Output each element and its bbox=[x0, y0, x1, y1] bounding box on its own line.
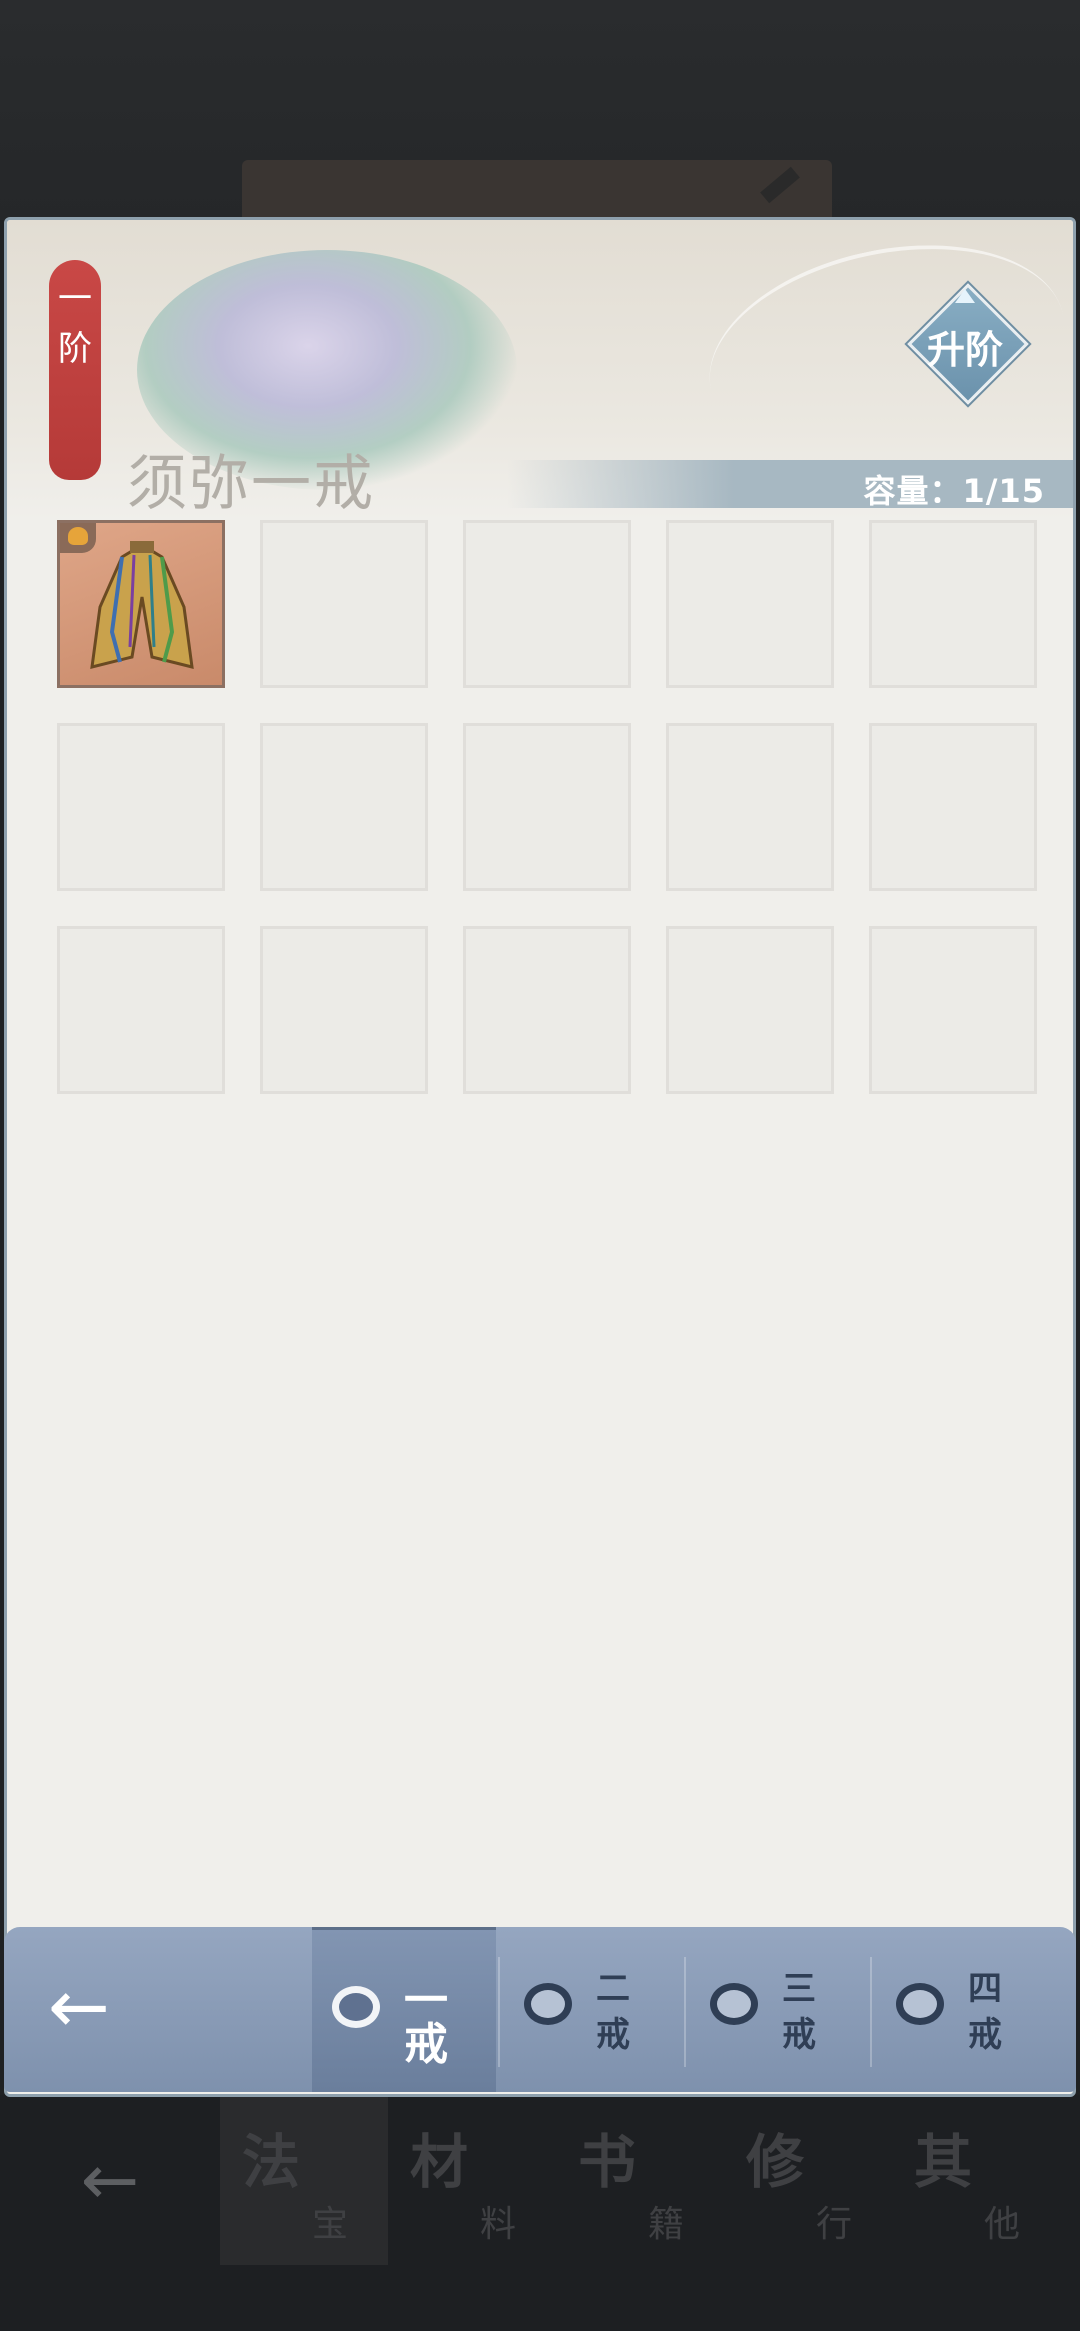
ring-icon bbox=[332, 1986, 380, 2028]
tab-ring-4-line2: 戒 bbox=[968, 2015, 1002, 2055]
bg-tab-shuji: 书 籍 bbox=[556, 2095, 724, 2265]
tier-badge-line2: 阶 bbox=[58, 329, 92, 369]
panel-title: 须弥一戒 bbox=[127, 449, 375, 519]
storage-ring-panel: 一 阶 须弥一戒 容量：1/15 升阶 bbox=[4, 217, 1076, 2097]
item-slot-empty[interactable] bbox=[260, 926, 428, 1094]
bg-tab-qita-big: 其 bbox=[914, 2128, 973, 2196]
item-slot-empty[interactable] bbox=[666, 520, 834, 688]
item-slot-empty[interactable] bbox=[666, 723, 834, 891]
bg-tab-fabao-small: 宝 bbox=[312, 2204, 349, 2245]
bg-tab-qita-small: 他 bbox=[984, 2204, 1021, 2245]
ring-tab-bar: ← 一 戒 二 戒 三 戒 四 戒 bbox=[4, 1927, 1076, 2092]
bg-tab-shuji-small: 籍 bbox=[648, 2204, 685, 2245]
item-slot-empty[interactable] bbox=[57, 723, 225, 891]
tab-ring-4[interactable]: 四 戒 bbox=[876, 1927, 1060, 2092]
bg-tab-cailiao: 材 料 bbox=[388, 2095, 556, 2265]
background-nav: ← 法 宝 材 料 书 籍 修 行 其 他 bbox=[0, 2095, 1080, 2265]
item-slot-empty[interactable] bbox=[463, 926, 631, 1094]
item-slot-filled[interactable] bbox=[57, 520, 225, 688]
tier-badge-line1: 一 bbox=[58, 279, 92, 319]
upgrade-button[interactable]: 升阶 bbox=[907, 283, 1029, 405]
item-slot-empty[interactable] bbox=[463, 723, 631, 891]
tab-divider bbox=[498, 1957, 500, 2067]
upgrade-button-label: 升阶 bbox=[926, 328, 1003, 372]
tab-divider bbox=[684, 1957, 686, 2067]
item-grid bbox=[57, 520, 1037, 1094]
robe-item-icon bbox=[90, 541, 194, 669]
item-slot-empty[interactable] bbox=[260, 520, 428, 688]
ring-icon bbox=[524, 1983, 572, 2025]
item-slot-empty[interactable] bbox=[463, 520, 631, 688]
bg-tab-fabao-big: 法 bbox=[242, 2128, 301, 2196]
bg-tab-qita: 其 他 bbox=[892, 2095, 1060, 2265]
arrow-left-icon: ← bbox=[47, 1964, 110, 2050]
tab-ring-2-line1: 二 bbox=[596, 1969, 630, 2009]
tab-ring-3-line1: 三 bbox=[782, 1969, 816, 2009]
tab-ring-1[interactable]: 一 戒 bbox=[312, 1927, 496, 2092]
bg-tab-cailiao-small: 料 bbox=[480, 2204, 517, 2245]
tab-divider bbox=[870, 1957, 872, 2067]
ring-icon bbox=[710, 1983, 758, 2025]
tab-ring-2[interactable]: 二 戒 bbox=[504, 1927, 688, 2092]
upgrade-arrow-icon bbox=[955, 289, 975, 303]
tab-ring-3[interactable]: 三 戒 bbox=[690, 1927, 874, 2092]
bg-tab-xiuxing-small: 行 bbox=[816, 2204, 853, 2245]
item-slot-empty[interactable] bbox=[666, 926, 834, 1094]
capacity-label: 容量：1/15 bbox=[863, 472, 1045, 510]
item-slot-empty[interactable] bbox=[869, 926, 1037, 1094]
bg-tab-xiuxing-big: 修 bbox=[746, 2128, 805, 2196]
ring-icon bbox=[896, 1983, 944, 2025]
back-button[interactable]: ← bbox=[34, 1964, 124, 2050]
item-slot-empty[interactable] bbox=[869, 723, 1037, 891]
item-slot-empty[interactable] bbox=[869, 520, 1037, 688]
tab-ring-3-line2: 戒 bbox=[782, 2015, 816, 2055]
bg-tab-cailiao-big: 材 bbox=[410, 2128, 469, 2196]
tab-ring-1-line2: 戒 bbox=[404, 2019, 448, 2070]
bg-tab-fabao: 法 宝 bbox=[220, 2095, 388, 2265]
bg-tab-xiuxing: 修 行 bbox=[724, 2095, 892, 2265]
tier-badge: 一 阶 bbox=[49, 260, 101, 480]
item-slot-empty[interactable] bbox=[57, 926, 225, 1094]
item-slot-empty[interactable] bbox=[260, 723, 428, 891]
bg-tab-shuji-big: 书 bbox=[578, 2128, 637, 2196]
background-back-arrow-icon: ← bbox=[80, 2139, 140, 2221]
tab-ring-2-line2: 戒 bbox=[596, 2015, 630, 2055]
tab-ring-4-line1: 四 bbox=[968, 1969, 1002, 2009]
